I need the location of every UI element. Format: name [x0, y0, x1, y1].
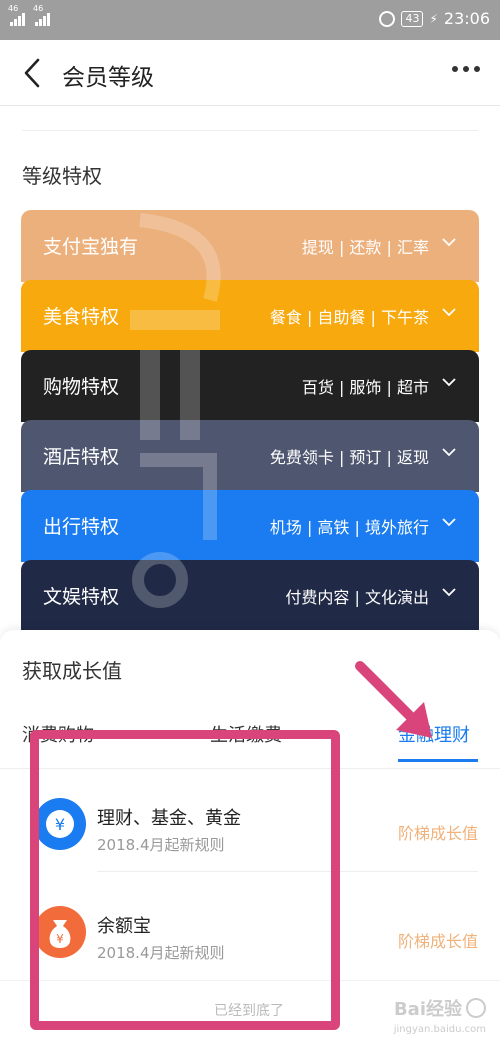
privilege-card-food[interactable]: 美食特权 餐食 | 自助餐 | 下午茶	[21, 280, 479, 352]
card-tags: 提现 | 还款 | 汇率	[301, 238, 429, 257]
item-subtitle: 2018.4月起新规则	[97, 944, 225, 962]
list-item[interactable]: ¥ 余额宝 2018.4月起新规则 阶梯成长值	[0, 886, 500, 986]
charging-icon: ⚡	[429, 11, 438, 26]
sheet-title: 获取成长值	[22, 659, 122, 683]
status-bar: 46 46 43 ⚡ 23:06	[0, 0, 500, 40]
item-value: 阶梯成长值	[397, 932, 478, 951]
chevron-down-icon	[441, 584, 457, 600]
card-name: 美食特权	[43, 306, 120, 328]
card-tags: 餐食 | 自助餐 | 下午茶	[269, 308, 429, 327]
section-title-privileges: 等级特权	[22, 164, 102, 188]
item-value: 阶梯成长值	[397, 824, 478, 843]
card-tags: 百货 | 服饰 | 超市	[301, 378, 429, 397]
signal-icon: 46	[8, 4, 25, 26]
page-title: 会员等级	[62, 65, 154, 91]
back-button[interactable]	[18, 56, 48, 90]
growth-sheet: 获取成长值 消费购物 生活缴费 金融理财 ¥ 理财、基金、黄金 2018.4月起…	[0, 630, 500, 1039]
signal-icon: 46	[33, 4, 50, 26]
signal-label: 46	[33, 4, 44, 13]
card-name: 购物特权	[43, 376, 120, 398]
end-of-list-text: 已经到底了	[214, 1003, 284, 1019]
tab-bills[interactable]: 生活缴费	[210, 721, 282, 747]
chevron-left-icon	[24, 58, 40, 88]
watermark-logo: Bai经验	[394, 995, 486, 1021]
watermark-url: jingyan.baidu.com	[393, 1024, 486, 1035]
privilege-card-hotel[interactable]: 酒店特权 免费领卡 | 预订 | 返现	[21, 420, 479, 492]
more-button[interactable]	[452, 66, 480, 72]
svg-text:¥: ¥	[55, 815, 65, 834]
card-tags: 机场 | 高铁 | 境外旅行	[269, 518, 429, 537]
privilege-card-entertainment[interactable]: 文娱特权 付费内容 | 文化演出	[21, 560, 479, 632]
growth-tabs: 消费购物 生活缴费 金融理财	[0, 715, 500, 769]
privilege-card-travel[interactable]: 出行特权 机场 | 高铁 | 境外旅行	[21, 490, 479, 562]
privilege-card-stack: 支付宝独有 提现 | 还款 | 汇率 美食特权 餐食 | 自助餐 | 下午茶 购…	[21, 210, 479, 632]
list-item[interactable]: ¥ 理财、基金、黄金 2018.4月起新规则 阶梯成长值	[0, 778, 500, 878]
status-time: 23:06	[443, 9, 490, 28]
watermark-brand: Bai经验	[393, 999, 462, 1020]
battery-icon: 43	[401, 10, 424, 27]
chevron-down-icon	[441, 374, 457, 390]
item-title: 余额宝	[97, 916, 151, 937]
svg-text:¥: ¥	[56, 932, 64, 946]
chevron-down-icon	[441, 444, 457, 460]
item-title: 理财、基金、黄金	[97, 808, 241, 829]
more-dots-icon	[452, 66, 458, 72]
card-name: 文娱特权	[43, 586, 120, 608]
tab-finance[interactable]: 金融理财	[398, 721, 470, 747]
yuan-coin-icon: ¥	[34, 798, 86, 850]
privilege-card-alipay[interactable]: 支付宝独有 提现 | 还款 | 汇率	[21, 210, 479, 282]
money-bag-icon: ¥	[34, 906, 86, 958]
privilege-card-shopping[interactable]: 购物特权 百货 | 服饰 | 超市	[21, 350, 479, 422]
tab-shopping[interactable]: 消费购物	[22, 721, 94, 747]
chevron-down-icon	[441, 304, 457, 320]
card-name: 酒店特权	[43, 446, 120, 468]
card-name: 出行特权	[43, 516, 120, 538]
nav-bar: 会员等级	[0, 40, 500, 106]
divider	[0, 980, 500, 981]
signal-indicators: 46 46	[8, 4, 50, 26]
chevron-down-icon	[441, 514, 457, 530]
card-tags: 免费领卡 | 预订 | 返现	[269, 448, 429, 467]
divider	[97, 871, 478, 872]
chevron-down-icon	[441, 234, 457, 250]
divider	[22, 130, 478, 131]
signal-label: 46	[8, 4, 19, 13]
item-subtitle: 2018.4月起新规则	[97, 836, 225, 854]
card-name: 支付宝独有	[43, 236, 139, 258]
paw-icon	[466, 998, 486, 1018]
card-tags: 付费内容 | 文化演出	[285, 588, 429, 607]
alarm-icon	[379, 10, 396, 27]
active-tab-indicator	[398, 759, 478, 762]
